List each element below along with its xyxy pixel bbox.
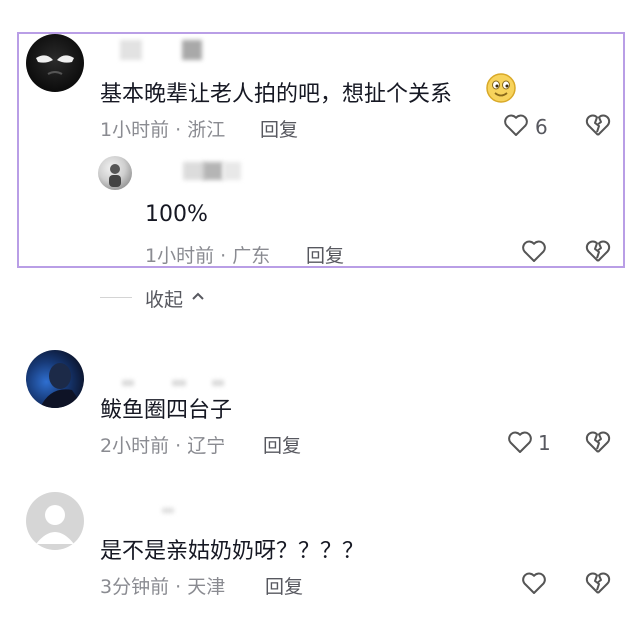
highlight-frame [17, 32, 625, 268]
smiling-emoji-icon [485, 72, 517, 104]
like-count: 1 [538, 431, 551, 455]
dislike-icon[interactable] [585, 113, 611, 137]
reply-button[interactable]: 回复 [263, 431, 301, 458]
collapse-button[interactable]: 收起 [145, 285, 183, 312]
comment-meta: 2小时前 · 辽宁 [100, 435, 226, 457]
reply-meta: 1小时前 · 广东 [145, 245, 271, 267]
collapse-divider [100, 297, 132, 298]
dislike-icon[interactable] [585, 239, 611, 263]
username-blurred[interactable] [145, 160, 245, 184]
comment-meta: 1小时前 · 浙江 [100, 119, 226, 141]
dislike-icon[interactable] [585, 430, 611, 454]
like-icon[interactable] [507, 430, 533, 454]
like-count: 6 [535, 115, 548, 139]
chevron-up-icon[interactable] [190, 290, 206, 302]
comment-text: 是不是亲姑奶奶呀？？？？ [100, 539, 365, 564]
avatar[interactable] [98, 156, 132, 190]
avatar[interactable] [26, 492, 84, 550]
dislike-icon[interactable] [585, 571, 611, 595]
reply-text: 100% [145, 202, 208, 227]
avatar[interactable] [26, 34, 84, 92]
avatar[interactable] [26, 350, 84, 408]
comment-meta: 3分钟前 · 天津 [100, 576, 226, 598]
comment-text: 鲅鱼圈四台子 [100, 398, 233, 423]
reply-button[interactable]: 回复 [306, 241, 344, 268]
comment-text: 基本晚辈让老人拍的吧，想扯个关系 [100, 82, 453, 107]
username-blurred[interactable] [100, 506, 220, 516]
reply-button[interactable]: 回复 [265, 572, 303, 599]
reply-button[interactable]: 回复 [260, 115, 298, 142]
like-icon[interactable] [503, 113, 529, 137]
like-icon[interactable] [521, 571, 547, 595]
username-blurred[interactable] [100, 378, 240, 390]
username-blurred[interactable] [100, 38, 210, 64]
like-icon[interactable] [521, 239, 547, 263]
